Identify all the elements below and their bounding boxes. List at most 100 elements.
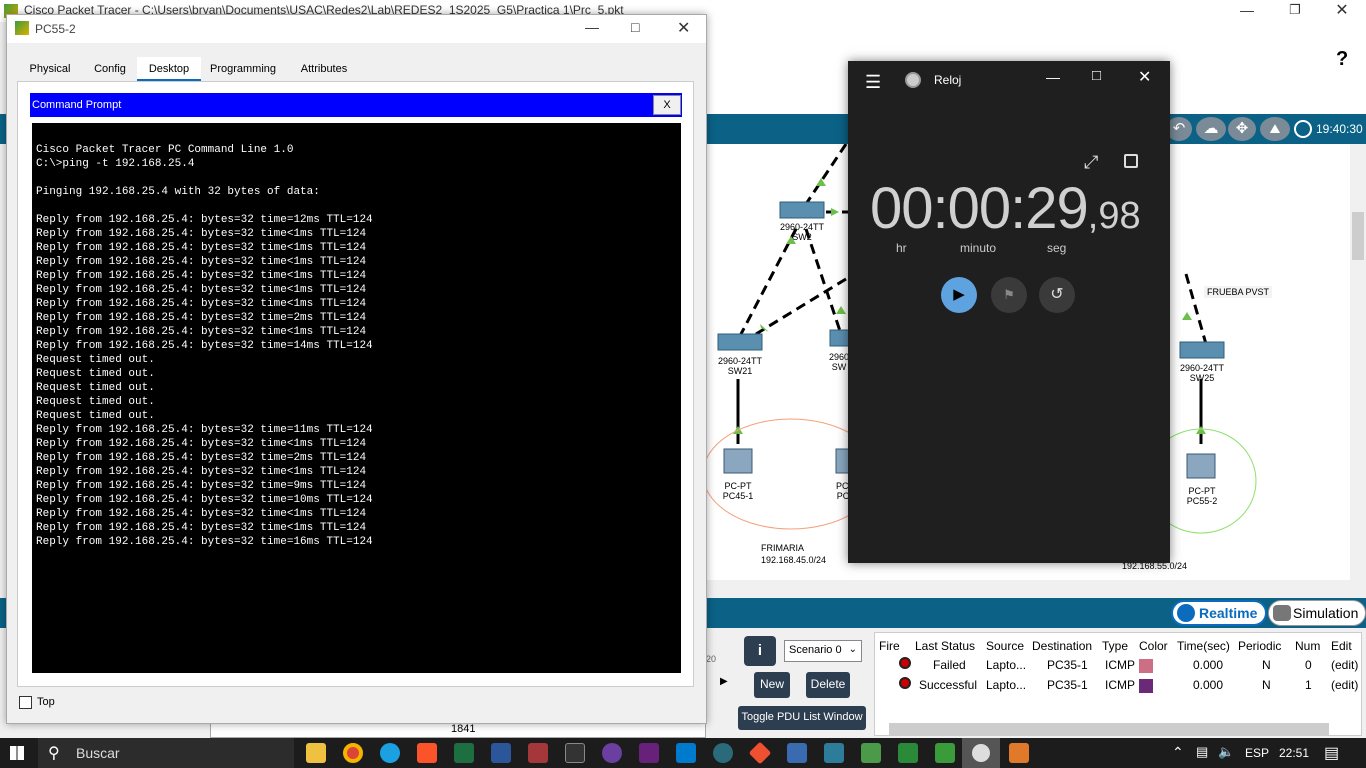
pc-close-icon[interactable]: ✕ [677, 18, 690, 38]
clock-maximize-icon[interactable]: □ [1092, 67, 1101, 84]
tab-desktop[interactable]: Desktop [137, 57, 201, 81]
scroll-thumb[interactable] [1352, 212, 1364, 260]
windows-start-icon[interactable] [10, 746, 24, 760]
col-source: Source [986, 639, 1025, 653]
taskbar: ⚲ Buscar ⌃ ▤ 🔈 ESP 22:51 ▤ [0, 738, 1366, 768]
reset-button[interactable]: ↺ [1039, 277, 1075, 313]
top-checkbox-label: Top [37, 696, 55, 708]
pc-window-icon [15, 21, 29, 35]
hamburger-menu-icon[interactable]: ☰ [865, 72, 881, 93]
app-icon[interactable] [602, 743, 622, 763]
tab-programming[interactable]: Programming [201, 57, 285, 81]
move-icon[interactable]: ✥ [1228, 117, 1256, 141]
visual-studio-icon[interactable] [639, 743, 659, 763]
vertical-scrollbar[interactable] [1350, 144, 1366, 580]
taskbar-search[interactable]: ⚲ Buscar [38, 738, 294, 768]
new-pdu-button[interactable]: New [754, 672, 790, 698]
scenario-select[interactable]: Scenario 0 ⌄ [784, 640, 862, 662]
close-icon[interactable]: ✕ [1332, 0, 1352, 20]
clock-app-icon [905, 72, 921, 88]
switch-label: 2960-24TT SW2 [779, 222, 825, 242]
expand-arrow-icon[interactable]: ▶ [720, 676, 728, 687]
table-row[interactable]: Failed Lapto... PC35-1 ICMP 0.000 N 0 (e… [875, 653, 1361, 673]
tab-attributes[interactable]: Attributes [285, 57, 363, 81]
pc-label: PC-PT PC55-2 [1186, 486, 1218, 506]
row-source: Lapto... [986, 658, 1027, 672]
terminal-icon[interactable] [565, 743, 585, 763]
taskbar-time[interactable]: 22:51 [1279, 746, 1309, 760]
table-row[interactable]: Successful Lapto... PC35-1 ICMP 0.000 N … [875, 673, 1361, 693]
app-icon[interactable] [861, 743, 881, 763]
clock-close-icon[interactable]: ✕ [1138, 67, 1151, 87]
pc-minimize-icon[interactable]: — [585, 19, 599, 35]
tab-config[interactable]: Config [83, 57, 137, 81]
vscode-icon[interactable] [676, 743, 696, 763]
toggle-pdu-list-button[interactable]: Toggle PDU List Window [738, 706, 866, 730]
col-color: Color [1139, 639, 1168, 653]
realtime-button[interactable]: Realtime [1171, 600, 1267, 626]
app-icon[interactable] [713, 743, 733, 763]
minimize-icon[interactable]: — [1237, 2, 1257, 20]
edge-icon[interactable] [380, 743, 400, 763]
app-icon[interactable] [898, 743, 918, 763]
clock-window: ☰ Reloj — □ ✕ ⤢ 00:00:29,98 hr minuto se… [848, 61, 1170, 563]
help-icon[interactable]: ? [1336, 48, 1348, 71]
chrome-icon[interactable] [343, 743, 363, 763]
app-icon[interactable] [1009, 743, 1029, 763]
stopwatch-display: 00:00:29,98 [870, 175, 1141, 242]
command-output[interactable]: Cisco Packet Tracer PC Command Line 1.0 … [32, 123, 681, 673]
row-edit[interactable]: (edit) [1331, 658, 1358, 672]
unit-minute: minuto [960, 241, 997, 255]
brave-icon[interactable] [417, 743, 437, 763]
tab-physical[interactable]: Physical [17, 57, 83, 81]
chevron-up-icon[interactable]: ⌃ [1172, 744, 1184, 761]
switch-label: 2960-24TT SW25 [1179, 363, 1225, 383]
excel-icon[interactable] [454, 743, 474, 763]
clock-icon [972, 744, 990, 762]
delete-pdu-button[interactable]: Delete [806, 672, 850, 698]
packet-tracer-icon[interactable] [935, 743, 955, 763]
pdu-table: Fire Last Status Source Destination Type… [874, 632, 1362, 736]
clock-minimize-icon[interactable]: — [1046, 69, 1060, 85]
pc-window-title: PC55-2 [35, 22, 76, 36]
notifications-icon[interactable]: ▤ [1324, 743, 1339, 763]
unit-second: seg [1047, 241, 1067, 255]
col-periodic: Periodic [1238, 639, 1282, 653]
info-button[interactable]: i [744, 636, 776, 666]
restore-icon[interactable]: ❐ [1285, 2, 1305, 20]
simulation-button[interactable]: Simulation [1268, 600, 1366, 626]
app-icon[interactable] [824, 743, 844, 763]
stopwatch-main: 00:00:29 [870, 176, 1089, 241]
volume-icon[interactable]: 🔈 [1218, 744, 1234, 760]
command-prompt-close-button[interactable]: X [653, 95, 681, 115]
cloud-icon[interactable]: ☁ [1196, 117, 1226, 141]
compact-overlay-icon[interactable] [1124, 154, 1138, 168]
access-icon[interactable] [528, 743, 548, 763]
col-destination: Destination [1032, 639, 1093, 653]
expand-icon[interactable]: ⤢ [1084, 152, 1098, 173]
fire-icon[interactable] [899, 657, 911, 669]
clock-taskbar-icon[interactable] [962, 738, 1000, 768]
col-time: Time(sec) [1177, 639, 1230, 653]
table-hscrollbar[interactable] [889, 723, 1329, 735]
lap-flag-button[interactable]: ⚑ [991, 277, 1027, 313]
play-button[interactable]: ▶ [941, 277, 977, 313]
pc-label: PC-PT PC45-1 [722, 481, 754, 501]
horizontal-scrollbar[interactable] [706, 580, 1352, 596]
top-checkbox[interactable] [19, 696, 32, 709]
row-edit[interactable]: (edit) [1331, 678, 1358, 692]
row-source: Lapto... [986, 678, 1027, 692]
network-icon[interactable]: ▤ [1196, 744, 1208, 760]
app-icon[interactable] [787, 743, 807, 763]
row-status: Successful [919, 678, 978, 692]
file-explorer-icon[interactable] [306, 743, 326, 763]
git-icon[interactable] [748, 741, 772, 765]
pc-window-title-bar[interactable]: PC55-2 — □ ✕ [7, 15, 706, 43]
pdu-panel: 20 ▶ i Scenario 0 ⌄ New Delete Toggle PD… [706, 628, 1366, 738]
pc-maximize-icon[interactable]: □ [631, 19, 639, 35]
fire-icon[interactable] [899, 677, 911, 689]
image-icon[interactable]: ⛰ [1260, 117, 1290, 141]
col-last-status: Last Status [915, 639, 976, 653]
word-icon[interactable] [491, 743, 511, 763]
language-indicator[interactable]: ESP [1245, 746, 1269, 760]
